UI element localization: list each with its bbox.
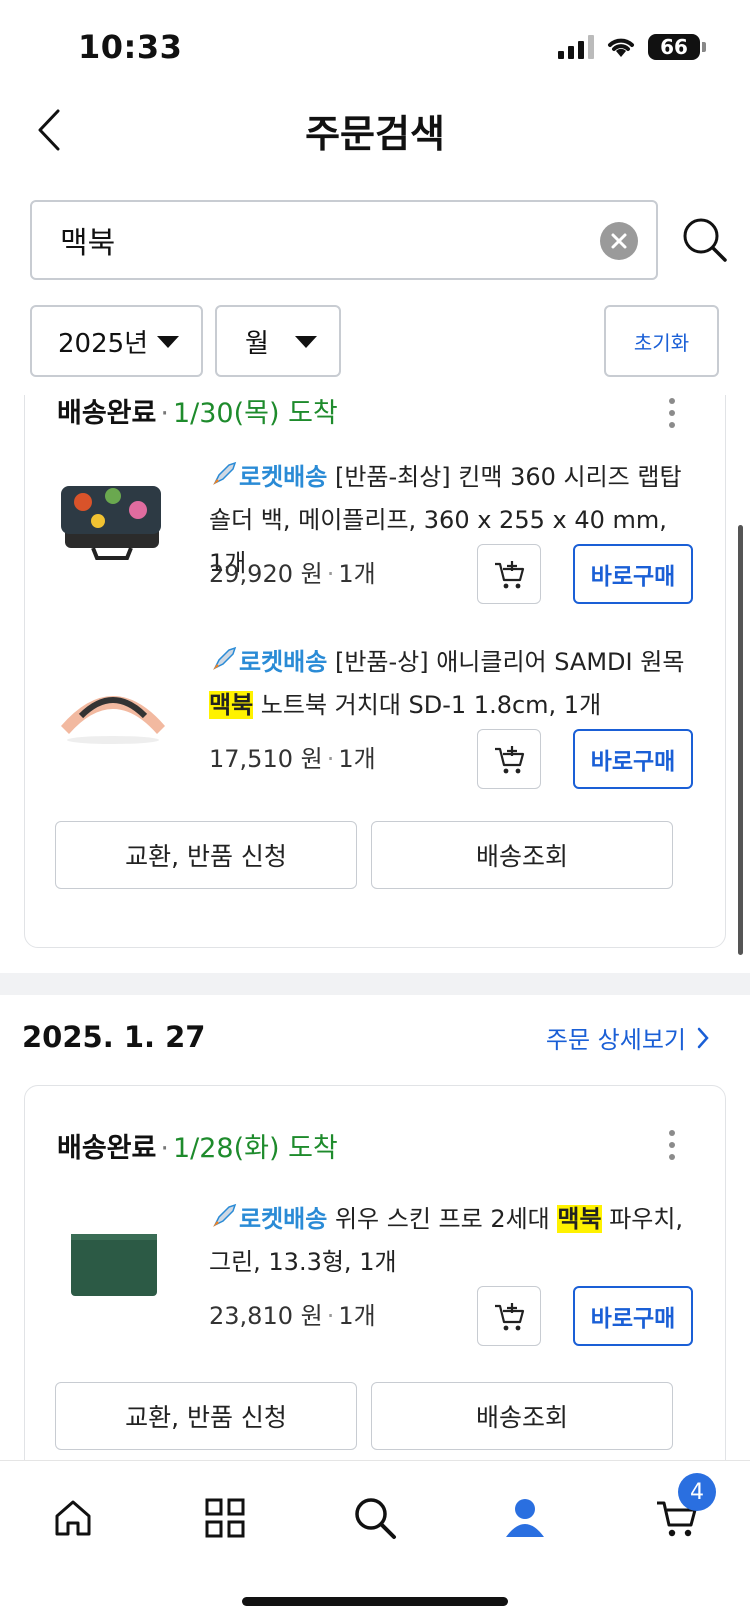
exchange-return-button[interactable]: 교환, 반품 신청 xyxy=(55,821,357,889)
search-button[interactable] xyxy=(680,215,730,265)
cart-plus-icon xyxy=(495,561,525,589)
status-bar: 10:33 66 xyxy=(0,0,750,90)
tab-my-account[interactable] xyxy=(490,1483,560,1553)
home-icon xyxy=(55,1500,91,1536)
caret-down-icon xyxy=(295,336,317,348)
delivery-status: 배송완료 · 1/28(화) 도착 xyxy=(57,1133,338,1164)
search-highlight: 맥북 xyxy=(209,691,254,719)
buy-now-button[interactable]: 바로구매 xyxy=(573,544,693,604)
product-title-part: [반품-상] 애니클리어 SAMDI 원목 xyxy=(327,648,685,676)
product-image-laptop-pouch[interactable] xyxy=(53,1210,173,1320)
search-box xyxy=(30,200,658,280)
search-input[interactable] xyxy=(60,220,560,260)
product-title-part: 위우 스킨 프로 2세대 xyxy=(327,1205,558,1233)
product-image-laptop-bag[interactable] xyxy=(53,466,173,576)
price: 29,920 원 xyxy=(209,560,323,588)
cart-count-badge: 4 xyxy=(678,1473,716,1511)
product-image-laptop-stand[interactable] xyxy=(53,656,173,766)
order-date: 2025. 1. 27 xyxy=(22,1020,206,1054)
order-item: 로켓배송 [반품-상] 애니클리어 SAMDI 원목 맥북 노트북 거치대 SD… xyxy=(25,641,725,821)
buy-now-button[interactable]: 바로구매 xyxy=(573,1286,693,1346)
order-list: 배송완료 · 1/30(목) 도착 로켓배송 [반품-최상] 킨맥 360 시리즈 … xyxy=(0,395,750,1460)
close-icon xyxy=(611,233,627,249)
tab-home[interactable] xyxy=(38,1483,108,1553)
grid-icon xyxy=(205,1498,245,1538)
exchange-return-button[interactable]: 교환, 반품 신청 xyxy=(55,1382,357,1450)
home-indicator xyxy=(242,1597,508,1606)
quantity: 1개 xyxy=(338,1302,376,1330)
add-to-cart-button[interactable] xyxy=(477,729,541,789)
battery-icon: 66 xyxy=(648,34,706,60)
rocket-delivery-label: 로켓배송 xyxy=(239,463,328,491)
add-to-cart-button[interactable] xyxy=(477,544,541,604)
month-select[interactable]: 월 xyxy=(215,305,341,377)
price-row: 17,510 원 · 1개 xyxy=(209,745,376,773)
price: 17,510 원 xyxy=(209,745,323,773)
year-value: 2025년 xyxy=(58,328,149,359)
nav-header: 주문검색 xyxy=(0,95,750,170)
search-icon xyxy=(683,218,727,262)
rocket-icon xyxy=(213,461,237,485)
quantity: 1개 xyxy=(338,560,376,588)
tab-cart[interactable]: 4 xyxy=(642,1473,716,1553)
wifi-icon xyxy=(608,38,634,57)
quantity: 1개 xyxy=(338,745,376,773)
order-item: 로켓배송 [반품-최상] 킨맥 360 시리즈 랩탑 숄더 백, 메이플리프, … xyxy=(25,456,725,636)
clear-search-button[interactable] xyxy=(600,222,638,260)
order-card: 배송완료 · 1/30(목) 도착 로켓배송 [반품-최상] 킨맥 360 시리즈 … xyxy=(24,395,726,948)
arrival-date: 1/28(화) 도착 xyxy=(172,1133,338,1164)
more-options-button[interactable] xyxy=(667,1130,677,1160)
rocket-delivery-label: 로켓배송 xyxy=(239,648,328,676)
tab-categories[interactable] xyxy=(190,1483,260,1553)
order-card: 배송완료 · 1/28(화) 도착 로켓배송 위우 스킨 프로 2세대 맥북 파우치… xyxy=(24,1085,726,1460)
status-icons: 66 xyxy=(558,34,706,60)
order-detail-label: 주문 상세보기 xyxy=(545,1026,686,1054)
caret-down-icon xyxy=(157,336,179,348)
cellular-signal-icon xyxy=(558,35,594,59)
chevron-right-icon xyxy=(697,1027,709,1048)
rocket-icon xyxy=(213,1203,237,1227)
page-title: 주문검색 xyxy=(305,112,445,156)
order-item: 로켓배송 위우 스킨 프로 2세대 맥북 파우치, 그린, 13.3형, 1개 … xyxy=(25,1198,725,1378)
scrollbar[interactable] xyxy=(738,525,743,955)
price: 23,810 원 xyxy=(209,1302,323,1330)
product-title-part: 노트북 거치대 SD-1 1.8cm, 1개 xyxy=(253,691,602,719)
price-row: 23,810 원 · 1개 xyxy=(209,1302,376,1330)
cart-plus-icon xyxy=(495,1303,525,1331)
add-to-cart-button[interactable] xyxy=(477,1286,541,1346)
search-highlight: 맥북 xyxy=(557,1205,602,1233)
track-delivery-button[interactable]: 배송조회 xyxy=(371,1382,673,1450)
section-divider xyxy=(0,973,750,995)
status-time: 10:33 xyxy=(78,28,183,66)
tab-search[interactable] xyxy=(340,1483,410,1553)
status-label: 배송완료 xyxy=(57,1133,157,1164)
product-name[interactable]: 로켓배송 [반품-상] 애니클리어 SAMDI 원목 맥북 노트북 거치대 SD… xyxy=(209,641,689,727)
user-icon xyxy=(506,1499,544,1537)
more-options-button[interactable] xyxy=(667,398,677,428)
price-row: 29,920 원 · 1개 xyxy=(209,560,376,588)
search-icon xyxy=(355,1498,396,1539)
month-value: 월 xyxy=(245,328,269,359)
status-label: 배송완료 xyxy=(57,398,157,429)
battery-level: 66 xyxy=(660,35,688,59)
arrival-date: 1/30(목) 도착 xyxy=(172,398,338,429)
delivery-status: 배송완료 · 1/30(목) 도착 xyxy=(57,398,338,429)
reset-button[interactable]: 초기화 xyxy=(604,305,719,377)
track-delivery-button[interactable]: 배송조회 xyxy=(371,821,673,889)
order-detail-link[interactable]: 주문 상세보기 xyxy=(546,1020,710,1055)
product-name[interactable]: 로켓배송 위우 스킨 프로 2세대 맥북 파우치, 그린, 13.3형, 1개 xyxy=(209,1198,689,1284)
buy-now-button[interactable]: 바로구매 xyxy=(573,729,693,789)
year-select[interactable]: 2025년 xyxy=(30,305,203,377)
rocket-icon xyxy=(213,646,237,670)
bottom-tab-bar: 4 xyxy=(0,1460,750,1623)
cart-plus-icon xyxy=(495,746,525,774)
rocket-delivery-label: 로켓배송 xyxy=(239,1205,328,1233)
